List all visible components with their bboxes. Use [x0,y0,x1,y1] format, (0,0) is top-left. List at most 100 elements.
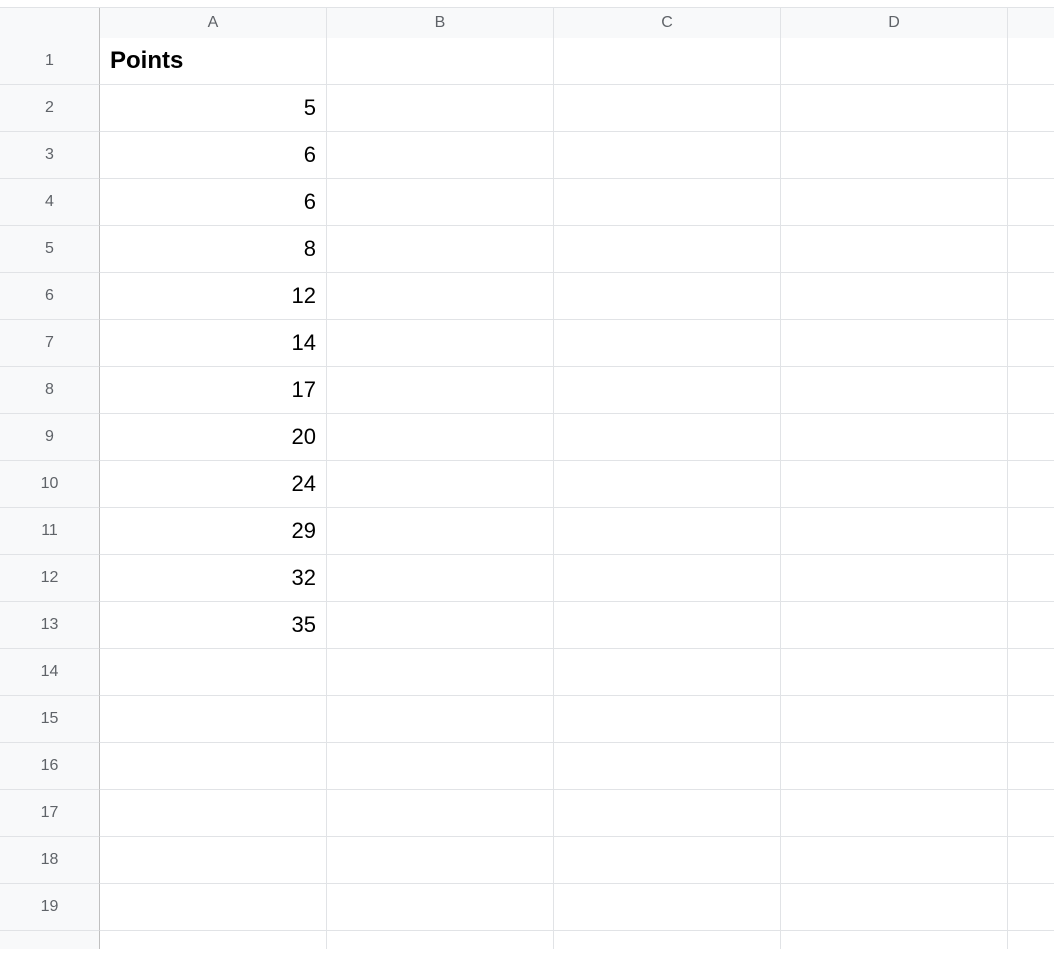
row-header-15[interactable]: 15 [0,696,100,743]
row-header-16[interactable]: 16 [0,743,100,790]
cell-C17[interactable] [554,790,781,837]
row-header-2[interactable]: 2 [0,85,100,132]
row-header-10[interactable]: 10 [0,461,100,508]
row-header-6[interactable]: 6 [0,273,100,320]
cell-extra-8[interactable] [1008,367,1054,414]
cell-A19[interactable] [100,884,327,931]
row-header-4[interactable]: 4 [0,179,100,226]
cell-A13[interactable]: 35 [100,602,327,649]
cell-C6[interactable] [554,273,781,320]
cell-D4[interactable] [781,179,1008,226]
cell-B13[interactable] [327,602,554,649]
row-header-7[interactable]: 7 [0,320,100,367]
cell-extra-5[interactable] [1008,226,1054,273]
row-header-8[interactable]: 8 [0,367,100,414]
cell-A5[interactable]: 8 [100,226,327,273]
cell-C1[interactable] [554,38,781,85]
cell-C19[interactable] [554,884,781,931]
cell-A16[interactable] [100,743,327,790]
column-header-D[interactable]: D [781,8,1008,38]
cell-C2[interactable] [554,85,781,132]
row-header-1[interactable]: 1 [0,38,100,85]
cell-A11[interactable]: 29 [100,508,327,555]
cell-extra-7[interactable] [1008,320,1054,367]
row-header-5[interactable]: 5 [0,226,100,273]
cell-B7[interactable] [327,320,554,367]
cell-C12[interactable] [554,555,781,602]
cell-A2[interactable]: 5 [100,85,327,132]
cell-extra-2[interactable] [1008,85,1054,132]
cell-D8[interactable] [781,367,1008,414]
cell-C18[interactable] [554,837,781,884]
cell-B10[interactable] [327,461,554,508]
cell-B3[interactable] [327,132,554,179]
cell-A9[interactable]: 20 [100,414,327,461]
cell-extra-6[interactable] [1008,273,1054,320]
column-header-B[interactable]: B [327,8,554,38]
cell-D18[interactable] [781,837,1008,884]
cell-D14[interactable] [781,649,1008,696]
cell-D12[interactable] [781,555,1008,602]
row-header-17[interactable]: 17 [0,790,100,837]
cell-B14[interactable] [327,649,554,696]
row-header-11[interactable]: 11 [0,508,100,555]
cell-A10[interactable]: 24 [100,461,327,508]
cell-A4[interactable]: 6 [100,179,327,226]
cell-D3[interactable] [781,132,1008,179]
column-header-A[interactable]: A [100,8,327,38]
cell-D20[interactable] [781,931,1008,949]
row-header-3[interactable]: 3 [0,132,100,179]
cell-B2[interactable] [327,85,554,132]
row-header-13[interactable]: 13 [0,602,100,649]
cell-D2[interactable] [781,85,1008,132]
cell-A18[interactable] [100,837,327,884]
cell-extra-13[interactable] [1008,602,1054,649]
cell-B6[interactable] [327,273,554,320]
cell-C15[interactable] [554,696,781,743]
cell-C3[interactable] [554,132,781,179]
cell-A20[interactable] [100,931,327,949]
cell-C5[interactable] [554,226,781,273]
cell-C7[interactable] [554,320,781,367]
cell-B20[interactable] [327,931,554,949]
cell-B8[interactable] [327,367,554,414]
cell-A12[interactable]: 32 [100,555,327,602]
row-header-19[interactable]: 19 [0,884,100,931]
cell-extra-20[interactable] [1008,931,1054,949]
cell-D1[interactable] [781,38,1008,85]
cell-D15[interactable] [781,696,1008,743]
select-all-corner[interactable] [0,8,100,38]
row-header-14[interactable]: 14 [0,649,100,696]
cell-extra-14[interactable] [1008,649,1054,696]
cell-A14[interactable] [100,649,327,696]
cell-C14[interactable] [554,649,781,696]
cell-C16[interactable] [554,743,781,790]
cell-B19[interactable] [327,884,554,931]
cell-B12[interactable] [327,555,554,602]
column-header-C[interactable]: C [554,8,781,38]
cell-extra-4[interactable] [1008,179,1054,226]
cell-extra-9[interactable] [1008,414,1054,461]
cell-B4[interactable] [327,179,554,226]
cell-A1[interactable]: Points [100,38,327,85]
cell-C11[interactable] [554,508,781,555]
cell-D10[interactable] [781,461,1008,508]
cell-B18[interactable] [327,837,554,884]
cell-extra-18[interactable] [1008,837,1054,884]
cell-D11[interactable] [781,508,1008,555]
row-header-20[interactable] [0,931,100,949]
cell-extra-17[interactable] [1008,790,1054,837]
row-header-18[interactable]: 18 [0,837,100,884]
cell-D19[interactable] [781,884,1008,931]
cell-extra-19[interactable] [1008,884,1054,931]
cell-D13[interactable] [781,602,1008,649]
cell-C4[interactable] [554,179,781,226]
cell-A7[interactable]: 14 [100,320,327,367]
cell-D6[interactable] [781,273,1008,320]
cell-C8[interactable] [554,367,781,414]
cell-A3[interactable]: 6 [100,132,327,179]
cell-C10[interactable] [554,461,781,508]
cell-extra-10[interactable] [1008,461,1054,508]
cell-B16[interactable] [327,743,554,790]
cell-B11[interactable] [327,508,554,555]
